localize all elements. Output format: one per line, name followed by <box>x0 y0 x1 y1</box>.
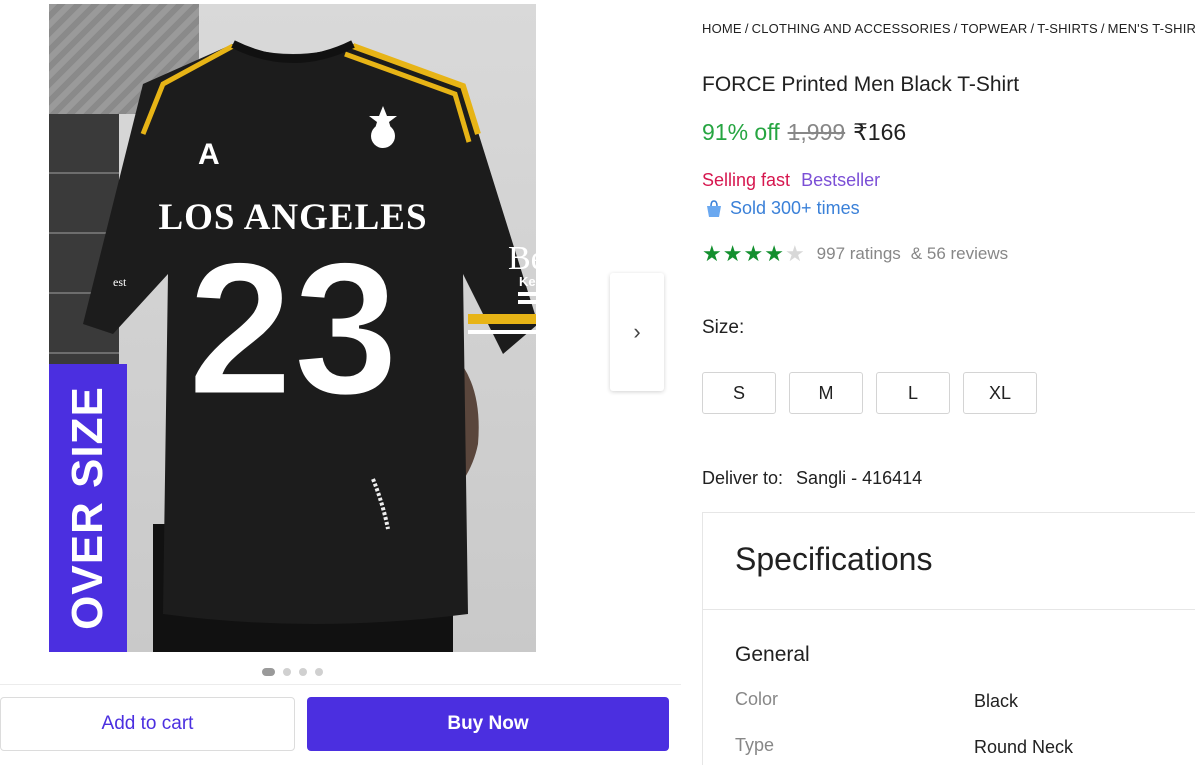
star-icon: ★ <box>722 241 743 266</box>
spec-value-type: Round Neck <box>974 737 1074 757</box>
breadcrumb-separator: / <box>744 21 749 36</box>
breadcrumb-mens-tshirts[interactable]: MEN'S T-SHIRTS <box>1108 21 1195 36</box>
product-tags: Selling fast Bestseller <box>702 170 880 191</box>
oversize-text: OVER SIZE <box>63 386 112 630</box>
action-bar: Add to cart Buy Now <box>0 684 681 765</box>
tshirt-illustration: A Bes Keep on est LOS ANGELES 23 <box>83 24 536 652</box>
sleeve-text-1: Bes <box>508 240 536 277</box>
product-title: FORCE Printed Men Black T-Shirt <box>702 73 1020 96</box>
size-label: Size: <box>702 317 745 338</box>
star-empty-icon: ★ <box>784 241 805 266</box>
bestseller-tag: Bestseller <box>801 170 881 190</box>
sleeve-text-2: Keep on <box>519 274 536 289</box>
size-option-s[interactable]: S <box>702 372 776 414</box>
discount-percent: 91% off <box>702 119 780 145</box>
carousel-dot-active[interactable] <box>262 668 275 676</box>
add-to-cart-button[interactable]: Add to cart <box>0 697 295 751</box>
sold-text: Sold 300+ times <box>730 198 860 218</box>
size-options: S M L XL <box>702 372 1037 414</box>
breadcrumb-separator: / <box>953 21 958 36</box>
carousel-dot[interactable] <box>283 668 291 676</box>
size-option-xl[interactable]: XL <box>963 372 1037 414</box>
chevron-right-icon: › <box>633 319 641 344</box>
shopping-bag-icon <box>707 199 721 217</box>
size-option-l[interactable]: L <box>876 372 950 414</box>
buy-now-button[interactable]: Buy Now <box>307 697 669 751</box>
left-sleeve-text: est <box>113 275 127 289</box>
oversize-banner: OVER SIZE <box>49 364 127 652</box>
carousel-dots <box>262 668 323 676</box>
delivery-info[interactable]: Deliver to: Sangli - 416414 <box>702 468 922 489</box>
carousel-dot[interactable] <box>299 668 307 676</box>
sold-count: Sold 300+ times <box>704 198 860 219</box>
breadcrumb: HOME / CLOTHING AND ACCESSORIES / TOPWEAR / T-… <box>702 21 1195 36</box>
product-image[interactable]: A Bes Keep on est LOS ANGELES 23 OVER SI… <box>49 4 536 652</box>
deliver-label: Deliver to: <box>702 468 784 488</box>
breadcrumb-separator: / <box>1030 21 1035 36</box>
divider <box>703 609 1195 610</box>
breadcrumb-tshirts[interactable]: T-SHIRTS <box>1037 21 1098 36</box>
breadcrumb-home[interactable]: HOME <box>702 21 742 36</box>
specifications-title: Specifications <box>735 541 933 577</box>
selling-price: ₹166 <box>853 119 907 145</box>
rating-row[interactable]: ★ ★ ★ ★ ★ 997 ratings & 56 reviews <box>702 243 1008 265</box>
star-rating: ★ ★ ★ ★ ★ <box>702 243 805 265</box>
delivery-location: Sangli - 416414 <box>796 468 923 488</box>
spec-value-color: Black <box>974 691 1019 711</box>
svg-text:A: A <box>198 138 220 171</box>
breadcrumb-topwear[interactable]: TOPWEAR <box>961 21 1028 36</box>
specifications-card: Specifications General Color Black Type … <box>702 512 1195 765</box>
carousel-dot[interactable] <box>315 668 323 676</box>
next-image-button[interactable]: › <box>610 273 664 391</box>
reviews-count: & 56 reviews <box>910 244 1009 263</box>
shirt-number-text: 23 <box>187 223 398 435</box>
original-price: 1,999 <box>787 119 846 145</box>
star-icon: ★ <box>764 241 784 266</box>
star-icon: ★ <box>702 241 722 266</box>
spec-section-general: General <box>735 643 810 666</box>
selling-fast-tag: Selling fast <box>702 170 791 190</box>
spec-key-type: Type <box>735 735 775 755</box>
size-option-m[interactable]: M <box>789 372 863 414</box>
price-row: 91% off 1,999 ₹166 <box>702 119 906 146</box>
ratings-count: 997 ratings <box>816 244 901 263</box>
spec-key-color: Color <box>735 689 779 709</box>
breadcrumb-clothing[interactable]: CLOTHING AND ACCESSORIES <box>752 21 951 36</box>
breadcrumb-separator: / <box>1100 21 1105 36</box>
star-icon: ★ <box>743 241 764 266</box>
